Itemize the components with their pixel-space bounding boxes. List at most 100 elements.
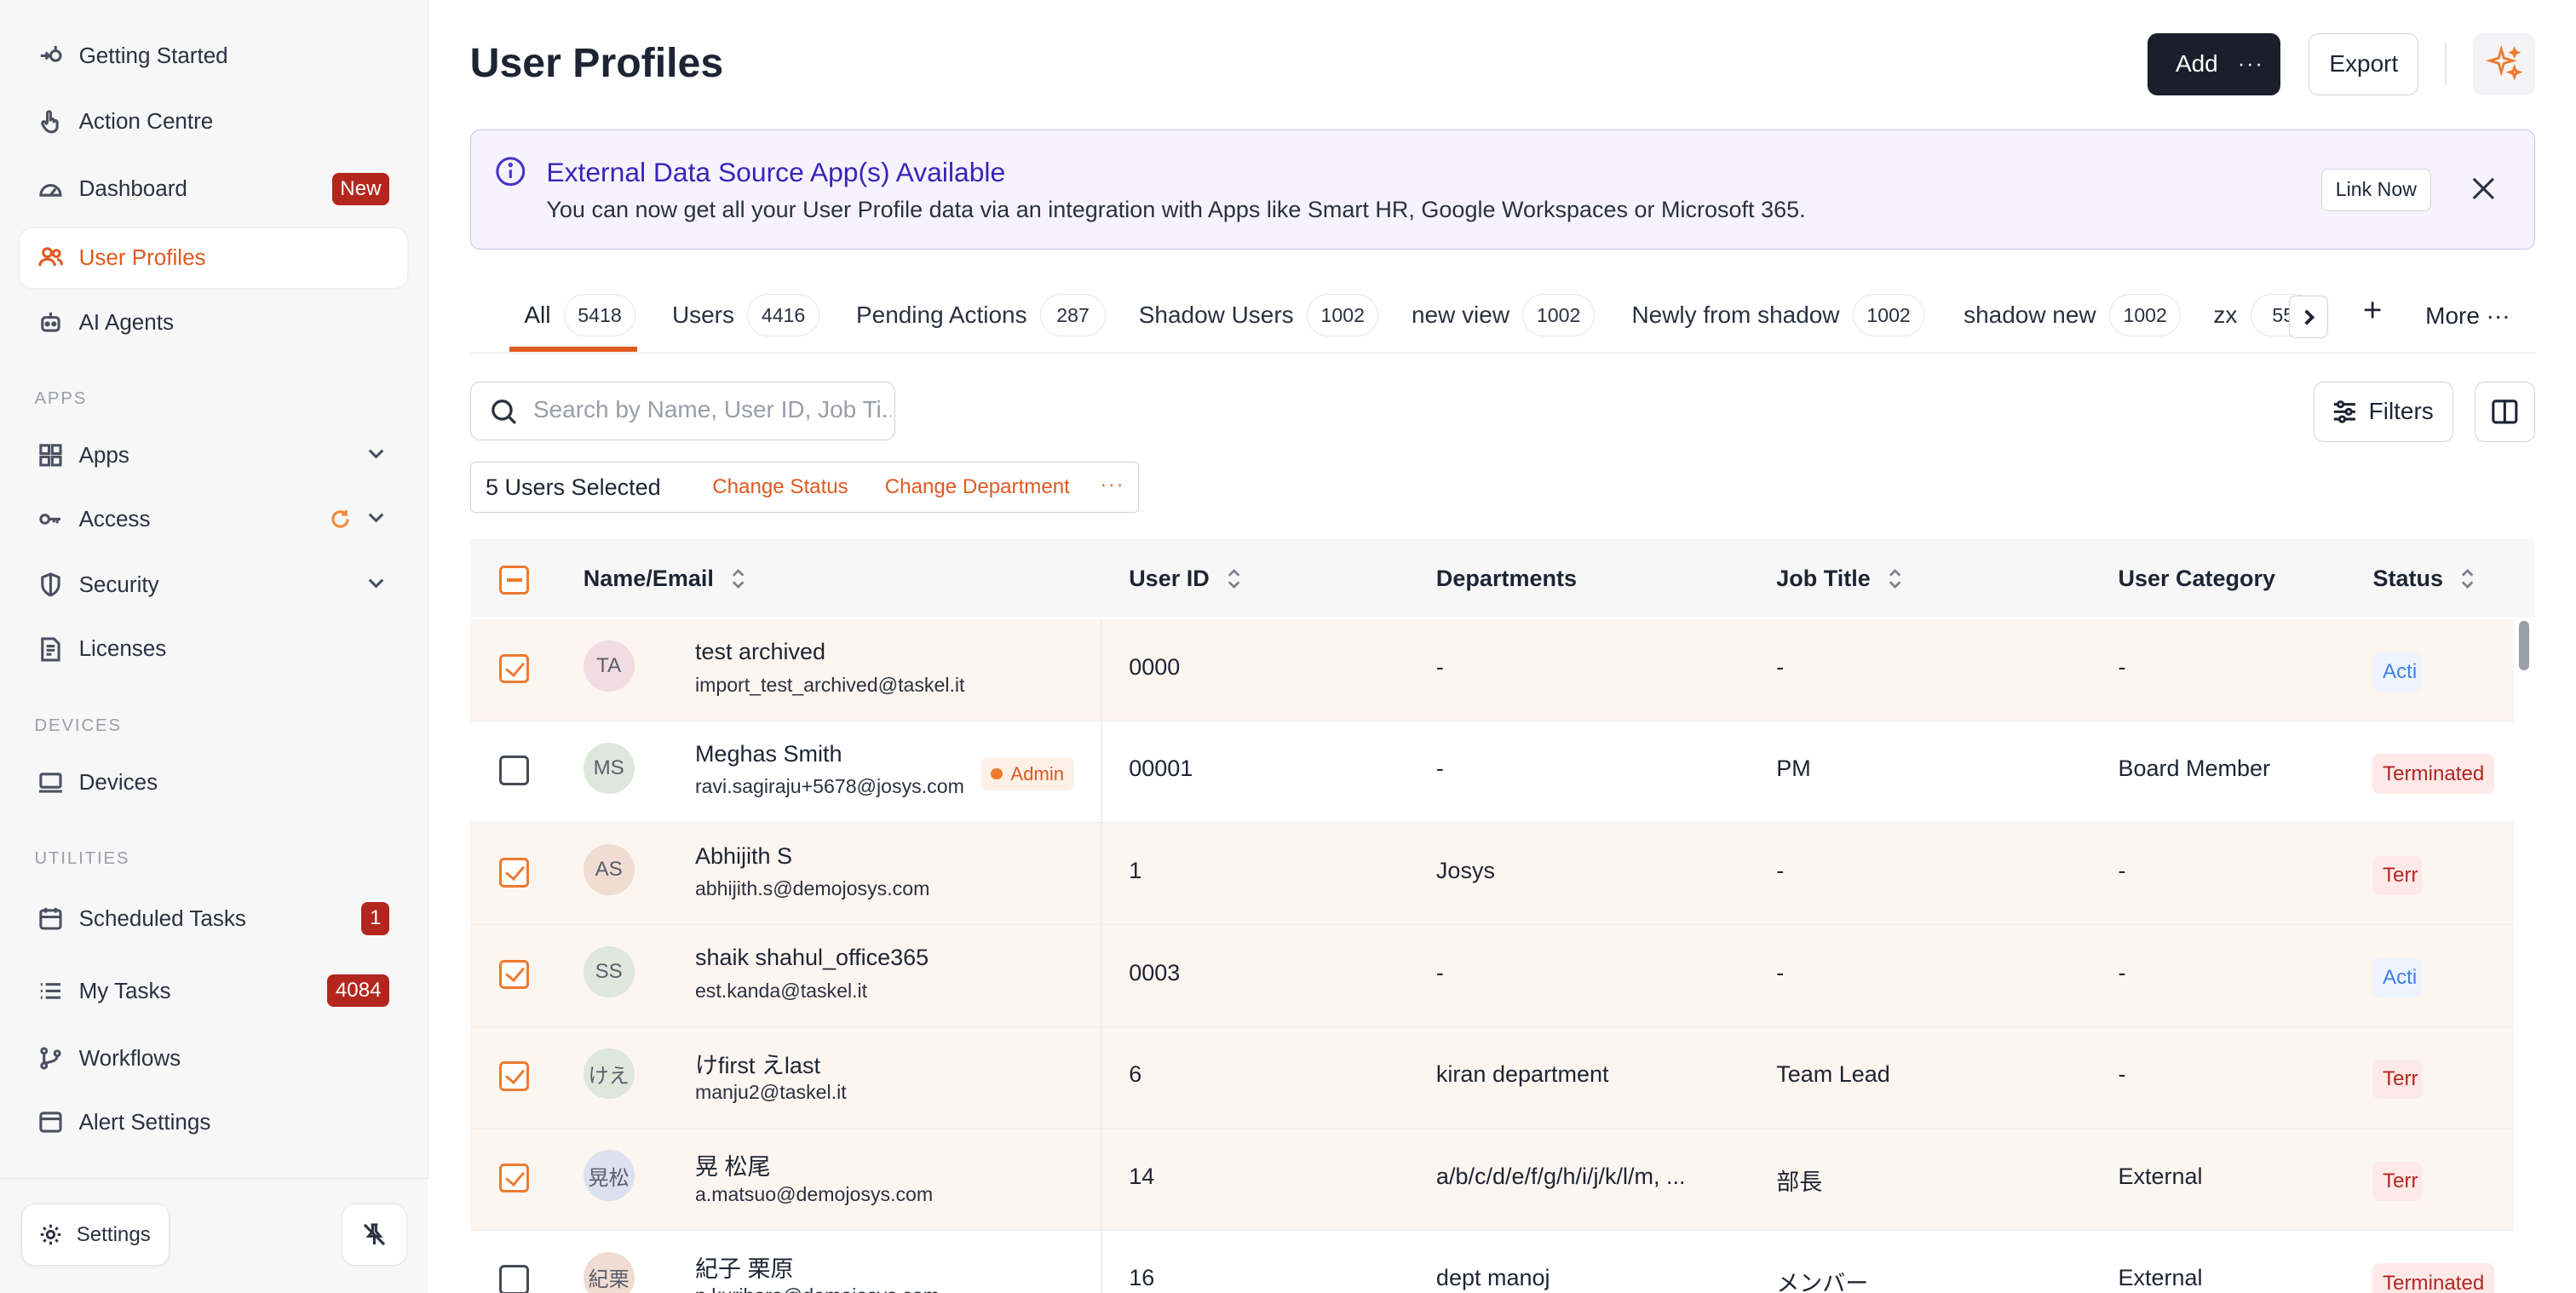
tab-all[interactable]: All 5418 (524, 292, 636, 338)
add-view-button[interactable]: + (2363, 292, 2383, 330)
tab-newly-from-shadow[interactable]: Newly from shadow 1002 (1631, 292, 1925, 338)
tabs-scroll-right-button[interactable] (2289, 296, 2329, 339)
avatar: 晃松 (583, 1150, 635, 1202)
sidebar-item-security[interactable]: Security (20, 555, 407, 614)
sort-icon[interactable] (730, 567, 746, 590)
row-checkbox[interactable] (499, 1061, 530, 1091)
table-scrollbar[interactable] (2519, 621, 2529, 670)
user-name[interactable]: けfirst えlast (695, 1047, 820, 1080)
table-row[interactable]: 晃松 晃 松尾 a.matsuo@demojosys.com 14 a/b/c/d/e/… (469, 1129, 2515, 1231)
link-now-button[interactable]: Link Now (2320, 168, 2431, 211)
column-layout-button[interactable] (2475, 381, 2536, 442)
tab-shadow-new[interactable]: shadow new 1002 (1964, 292, 2182, 338)
column-header-job-title[interactable]: Job Title (1776, 566, 1903, 592)
grid-icon (36, 440, 66, 470)
status-badge: Terr (2372, 1060, 2423, 1100)
sort-icon[interactable] (1887, 567, 1903, 590)
sidebar-item-workflows[interactable]: Workflows (20, 1029, 407, 1088)
column-header-departments[interactable]: Departments (1436, 566, 1577, 592)
ai-sparkle-button[interactable] (2473, 32, 2536, 95)
department-cell: - (1435, 653, 1444, 680)
sort-icon[interactable] (1226, 567, 1242, 590)
user-name[interactable]: Abhijith S (695, 843, 792, 870)
table-row[interactable]: AS Abhijith S abhijith.s@demojosys.com 1 Jos… (469, 823, 2515, 925)
table-row[interactable]: 紀栗 紀子 栗原n.kurihara@demojosys.com 16 dept ma… (469, 1230, 2515, 1293)
search-input[interactable] (532, 382, 892, 439)
add-button[interactable]: Add ··· (2148, 32, 2281, 95)
unpin-sidebar-button[interactable] (342, 1204, 408, 1267)
sidebar-item-getting-started[interactable]: Getting Started (20, 26, 407, 85)
table-row[interactable]: MS Meghas Smith ravi.sagiraju+5678@josys.c… (469, 721, 2515, 824)
sidebar-item-scheduled-tasks[interactable]: Scheduled Tasks 1 (20, 889, 407, 948)
department-cell: Josys (1435, 857, 1495, 883)
column-divider (1101, 823, 1103, 925)
sidebar-item-alert-settings[interactable]: Alert Settings (20, 1093, 407, 1152)
user-id-cell: 0000 (1129, 653, 1181, 680)
tab-label: shadow new (1964, 302, 2096, 329)
export-button[interactable]: Export (2309, 32, 2419, 95)
column-header-user-category[interactable]: User Category (2118, 566, 2275, 592)
more-actions-button[interactable]: ··· (1100, 473, 1124, 496)
sidebar-item-label: Security (78, 572, 159, 598)
change-status-button[interactable]: Change Status (712, 475, 848, 499)
active-tab-indicator (509, 347, 638, 352)
sidebar-item-devices[interactable]: Devices (20, 752, 407, 811)
user-name[interactable]: 紀子 栗原 (695, 1250, 794, 1284)
sidebar-item-label: User Profiles (78, 244, 206, 271)
sidebar-item-apps[interactable]: Apps (20, 426, 407, 485)
row-checkbox[interactable] (499, 756, 530, 786)
tab-users[interactable]: Users 4416 (672, 292, 819, 338)
user-name[interactable]: test archived (695, 639, 825, 665)
user-name[interactable]: shaik shahul_office365 (695, 945, 929, 971)
sort-icon[interactable] (2459, 567, 2475, 590)
column-header-status[interactable]: Status (2372, 566, 2475, 592)
chevron-down-icon[interactable] (365, 506, 388, 529)
close-icon[interactable] (2469, 174, 2498, 204)
tab-count: 287 (1040, 294, 1107, 337)
sidebar-item-label: Access (78, 506, 151, 532)
sidebar-item-user-profiles[interactable]: User Profiles (20, 228, 408, 288)
tab-label: All (524, 302, 551, 329)
user-name[interactable]: Meghas Smith (695, 741, 842, 767)
row-checkbox[interactable] (499, 1265, 530, 1293)
section-label-devices: DEVICES (34, 716, 122, 736)
filters-label: Filters (2368, 398, 2434, 425)
tab-label: new view (1411, 302, 1510, 329)
select-all-checkbox[interactable] (499, 565, 530, 595)
status-badge: Terr (2372, 1161, 2423, 1202)
more-icon[interactable]: ··· (2238, 52, 2264, 77)
sidebar-item-label: My Tasks (78, 977, 171, 1003)
sidebar-item-licenses[interactable]: Licenses (20, 619, 407, 678)
chevron-down-icon[interactable] (365, 442, 388, 465)
user-id-cell: 14 (1129, 1163, 1155, 1189)
more-views-button[interactable]: More ··· (2425, 302, 2510, 330)
table-row[interactable]: TA test archived import_test_archived@task… (469, 619, 2515, 721)
filters-button[interactable]: Filters (2314, 381, 2453, 442)
sidebar-item-action-centre[interactable]: Action Centre (20, 92, 407, 151)
sidebar-item-ai-agents[interactable]: AI Agents (20, 292, 407, 351)
row-checkbox[interactable] (499, 959, 530, 990)
avatar: 紀栗 (583, 1251, 635, 1293)
row-checkbox[interactable] (499, 1163, 530, 1193)
column-header-user-id[interactable]: User ID (1129, 566, 1242, 592)
row-checkbox[interactable] (499, 857, 530, 888)
tab-shadow-users[interactable]: Shadow Users 1002 (1139, 292, 1379, 338)
user-category-cell: External (2118, 1163, 2203, 1189)
tab-pending-actions[interactable]: Pending Actions 287 (856, 292, 1107, 338)
settings-button[interactable]: Settings (21, 1204, 170, 1267)
sidebar-item-dashboard[interactable]: Dashboard New (20, 159, 407, 218)
avatar: AS (583, 844, 635, 896)
sidebar-item-access[interactable]: Access (20, 490, 407, 549)
gear-icon (41, 1224, 61, 1245)
sidebar-item-my-tasks[interactable]: My Tasks 4084 (20, 961, 407, 1020)
tab-new-view[interactable]: new view 1002 (1412, 292, 1595, 338)
row-checkbox[interactable] (499, 653, 530, 684)
change-department-button[interactable]: Change Department (885, 475, 1070, 499)
user-name[interactable]: 晃 松尾 (695, 1148, 771, 1181)
sidebar-item-label: Apps (78, 441, 129, 468)
table-row[interactable]: けえ けfirst えlast manju2@taskel.it 6 kiran dep… (469, 1026, 2515, 1129)
table-row[interactable]: SS shaik shahul_office365 est.kanda@taskel… (469, 925, 2515, 1027)
column-header-name[interactable]: Name/Email (584, 566, 747, 592)
sidebar-item-label: Dashboard (78, 175, 187, 202)
chevron-down-icon[interactable] (365, 572, 388, 595)
